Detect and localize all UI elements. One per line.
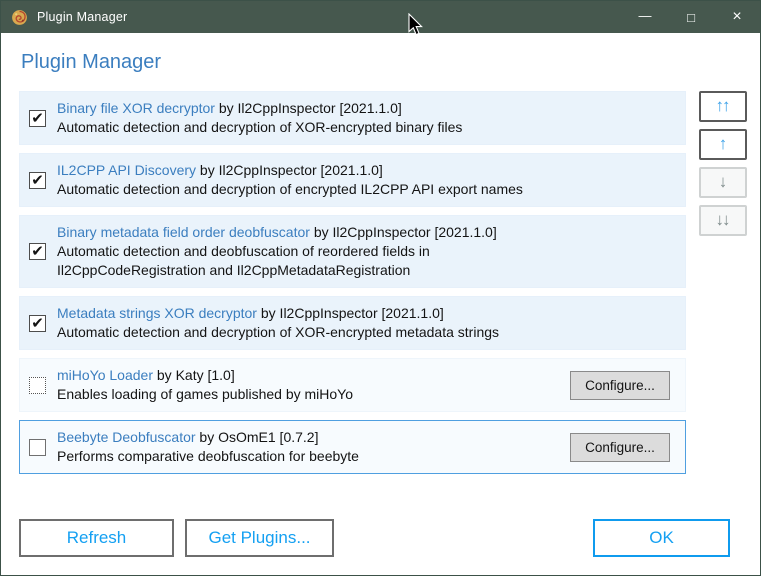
plugin-description: Automatic detection and decryption of en… bbox=[57, 181, 523, 197]
plugin-name: IL2CPP API Discovery bbox=[57, 162, 197, 178]
configure-button[interactable]: Configure... bbox=[570, 370, 670, 400]
check-icon: ✔ bbox=[31, 243, 44, 260]
window-controls: — □ × bbox=[622, 1, 760, 33]
plugin-checkbox[interactable]: ✔ bbox=[29, 243, 46, 260]
plugin-title-line: miHoYo Loader by Katy [1.0] bbox=[57, 366, 558, 385]
plugin-row-beebyte-deobfuscator[interactable]: Beebyte Deobfuscator by OsOmE1 [0.7.2] P… bbox=[19, 420, 686, 474]
plugin-row-il2cpp-api-discovery[interactable]: ✔ IL2CPP API Discovery by Il2CppInspecto… bbox=[19, 153, 686, 207]
plugin-byline: by OsOmE1 [0.7.2] bbox=[199, 429, 319, 445]
double-down-arrow-icon: ↓↓ bbox=[715, 210, 731, 229]
move-down-button: ↓ bbox=[699, 167, 747, 198]
get-plugins-button[interactable]: Get Plugins... bbox=[185, 519, 334, 557]
plugin-title-line: Binary file XOR decryptor by Il2CppInspe… bbox=[57, 99, 675, 118]
check-icon: ✔ bbox=[31, 109, 44, 127]
move-up-button[interactable]: ↑ bbox=[699, 129, 747, 160]
check-icon: ✔ bbox=[31, 171, 44, 189]
configure-button[interactable]: Configure... bbox=[570, 432, 670, 462]
plugin-list: ✔ Binary file XOR decryptor by Il2CppIns… bbox=[19, 91, 686, 474]
plugin-row-binary-file-xor-decryptor[interactable]: ✔ Binary file XOR decryptor by Il2CppIns… bbox=[19, 91, 686, 145]
check-icon: ✔ bbox=[31, 314, 44, 332]
window-titlebar: Plugin Manager — □ × bbox=[1, 1, 760, 33]
maximize-button[interactable]: □ bbox=[668, 1, 714, 33]
minimize-button[interactable]: — bbox=[622, 1, 668, 33]
plugin-byline: by Il2CppInspector [2021.1.0] bbox=[260, 305, 444, 321]
reorder-controls: ↑↑ ↑ ↓ ↓↓ bbox=[699, 91, 747, 236]
plugin-checkbox[interactable] bbox=[29, 438, 46, 456]
plugin-checkbox[interactable] bbox=[29, 376, 46, 394]
minimize-icon: — bbox=[638, 7, 652, 23]
page-title: Plugin Manager bbox=[21, 51, 162, 73]
plugin-byline: by Il2CppInspector [2021.1.0] bbox=[313, 224, 497, 240]
double-up-arrow-icon: ↑↑ bbox=[715, 96, 731, 115]
down-arrow-icon: ↓ bbox=[718, 172, 728, 191]
plugin-name: Binary file XOR decryptor bbox=[57, 100, 215, 116]
plugin-row-binary-metadata-field-order-deobfuscator[interactable]: ✔ Binary metadata field order deobfuscat… bbox=[19, 215, 686, 288]
plugin-description: Enables loading of games published by mi… bbox=[57, 386, 354, 402]
plugin-description: Automatic detection and decryption of XO… bbox=[57, 119, 463, 135]
plugin-title-line: Binary metadata field order deobfuscator… bbox=[57, 223, 675, 242]
close-icon: × bbox=[732, 8, 742, 25]
close-button[interactable]: × bbox=[714, 1, 760, 33]
plugin-byline: by Il2CppInspector [2021.1.0] bbox=[218, 100, 402, 116]
plugin-row-metadata-strings-xor-decryptor[interactable]: ✔ Metadata strings XOR decryptor by Il2C… bbox=[19, 296, 686, 350]
plugin-checkbox[interactable]: ✔ bbox=[29, 171, 46, 189]
plugin-description: Automatic detection and decryption of XO… bbox=[57, 324, 500, 340]
maximize-icon: □ bbox=[687, 9, 695, 25]
plugin-description: Performs comparative deobfuscation for b… bbox=[57, 448, 359, 464]
plugin-name: Metadata strings XOR decryptor bbox=[57, 305, 257, 321]
app-icon bbox=[12, 9, 27, 25]
footer-bar: Refresh Get Plugins... OK bbox=[19, 519, 747, 557]
window-content: Plugin Manager ✔ Binary file XOR decrypt… bbox=[1, 33, 760, 575]
move-to-bottom-button: ↓↓ bbox=[699, 205, 747, 236]
plugin-title-line: Beebyte Deobfuscator by OsOmE1 [0.7.2] bbox=[57, 428, 558, 447]
plugin-name: miHoYo Loader bbox=[57, 367, 153, 383]
up-arrow-icon: ↑ bbox=[718, 134, 728, 153]
plugin-byline: by Il2CppInspector [2021.1.0] bbox=[199, 162, 383, 178]
plugin-manager-window: Plugin Manager — □ × Plugin Manager ✔ Bi… bbox=[0, 0, 761, 576]
window-title: Plugin Manager bbox=[37, 10, 128, 24]
plugin-byline: by Katy [1.0] bbox=[156, 367, 235, 383]
plugin-row-mihoyo-loader[interactable]: miHoYo Loader by Katy [1.0] Enables load… bbox=[19, 358, 686, 412]
plugin-title-line: Metadata strings XOR decryptor by Il2Cpp… bbox=[57, 304, 675, 323]
ok-button[interactable]: OK bbox=[593, 519, 730, 557]
plugin-checkbox[interactable]: ✔ bbox=[29, 109, 46, 127]
move-to-top-button[interactable]: ↑↑ bbox=[699, 91, 747, 122]
plugin-name: Binary metadata field order deobfuscator bbox=[57, 224, 310, 240]
plugin-name: Beebyte Deobfuscator bbox=[57, 429, 196, 445]
refresh-button[interactable]: Refresh bbox=[19, 519, 174, 557]
plugin-title-line: IL2CPP API Discovery by Il2CppInspector … bbox=[57, 161, 675, 180]
plugin-description: Automatic detection and deobfuscation of… bbox=[57, 243, 430, 278]
plugin-checkbox[interactable]: ✔ bbox=[29, 314, 46, 332]
